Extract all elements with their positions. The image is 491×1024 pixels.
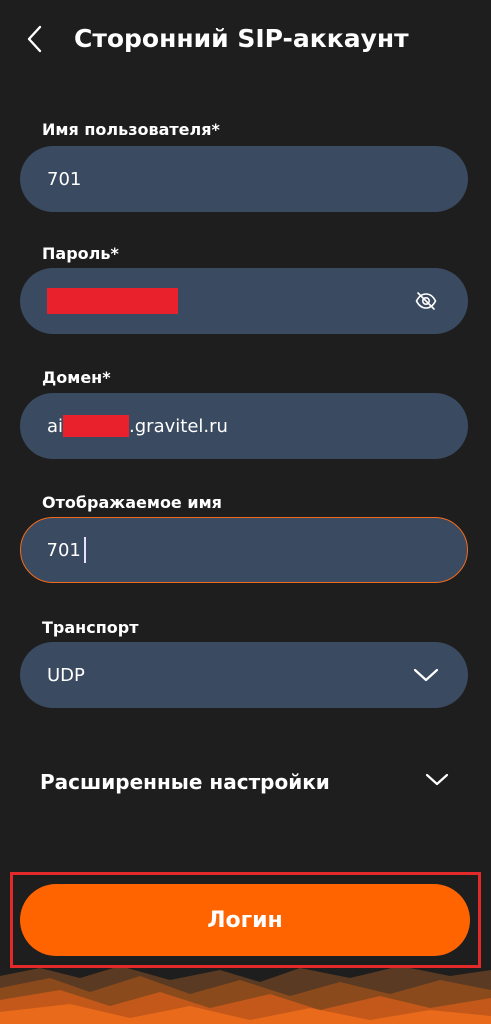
domain-redaction <box>63 415 130 437</box>
domain-value-prefix: ai <box>47 415 64 437</box>
username-value: 701 <box>47 168 82 190</box>
transport-value: UDP <box>47 664 85 686</box>
sip-account-screen: Сторонний SIP-аккаунт Имя пользователя* … <box>0 0 491 1024</box>
header: Сторонний SIP-аккаунт <box>0 0 491 86</box>
page-title: Сторонний SIP-аккаунт <box>74 24 409 53</box>
domain-value-suffix: .gravitel.ru <box>129 415 228 437</box>
chevron-down-icon <box>425 773 449 786</box>
advanced-settings-toggle[interactable]: Расширенные настройки <box>40 765 450 799</box>
password-label: Пароль* <box>42 244 119 263</box>
display-name-input[interactable]: 701 <box>20 517 468 583</box>
domain-input[interactable]: ai .gravitel.ru <box>20 393 468 459</box>
display-name-label: Отображаемое имя <box>42 493 222 512</box>
username-label: Имя пользователя* <box>42 120 220 139</box>
chevron-left-icon <box>27 25 42 53</box>
chevron-down-icon <box>413 668 439 682</box>
username-input[interactable]: 701 <box>20 146 468 212</box>
password-redaction <box>47 288 178 314</box>
domain-label: Домен* <box>42 368 111 387</box>
advanced-settings-label: Расширенные настройки <box>40 770 330 794</box>
toggle-password-visibility-button[interactable] <box>414 289 438 313</box>
display-name-value: 701 <box>46 539 81 561</box>
password-input[interactable] <box>20 268 468 334</box>
back-button[interactable] <box>18 22 52 56</box>
eye-off-icon <box>415 292 437 310</box>
transport-select[interactable]: UDP <box>20 642 468 708</box>
transport-label: Транспорт <box>42 618 139 637</box>
mountains-decoration <box>0 966 491 1024</box>
highlight-frame <box>10 872 481 968</box>
text-cursor <box>83 537 86 563</box>
